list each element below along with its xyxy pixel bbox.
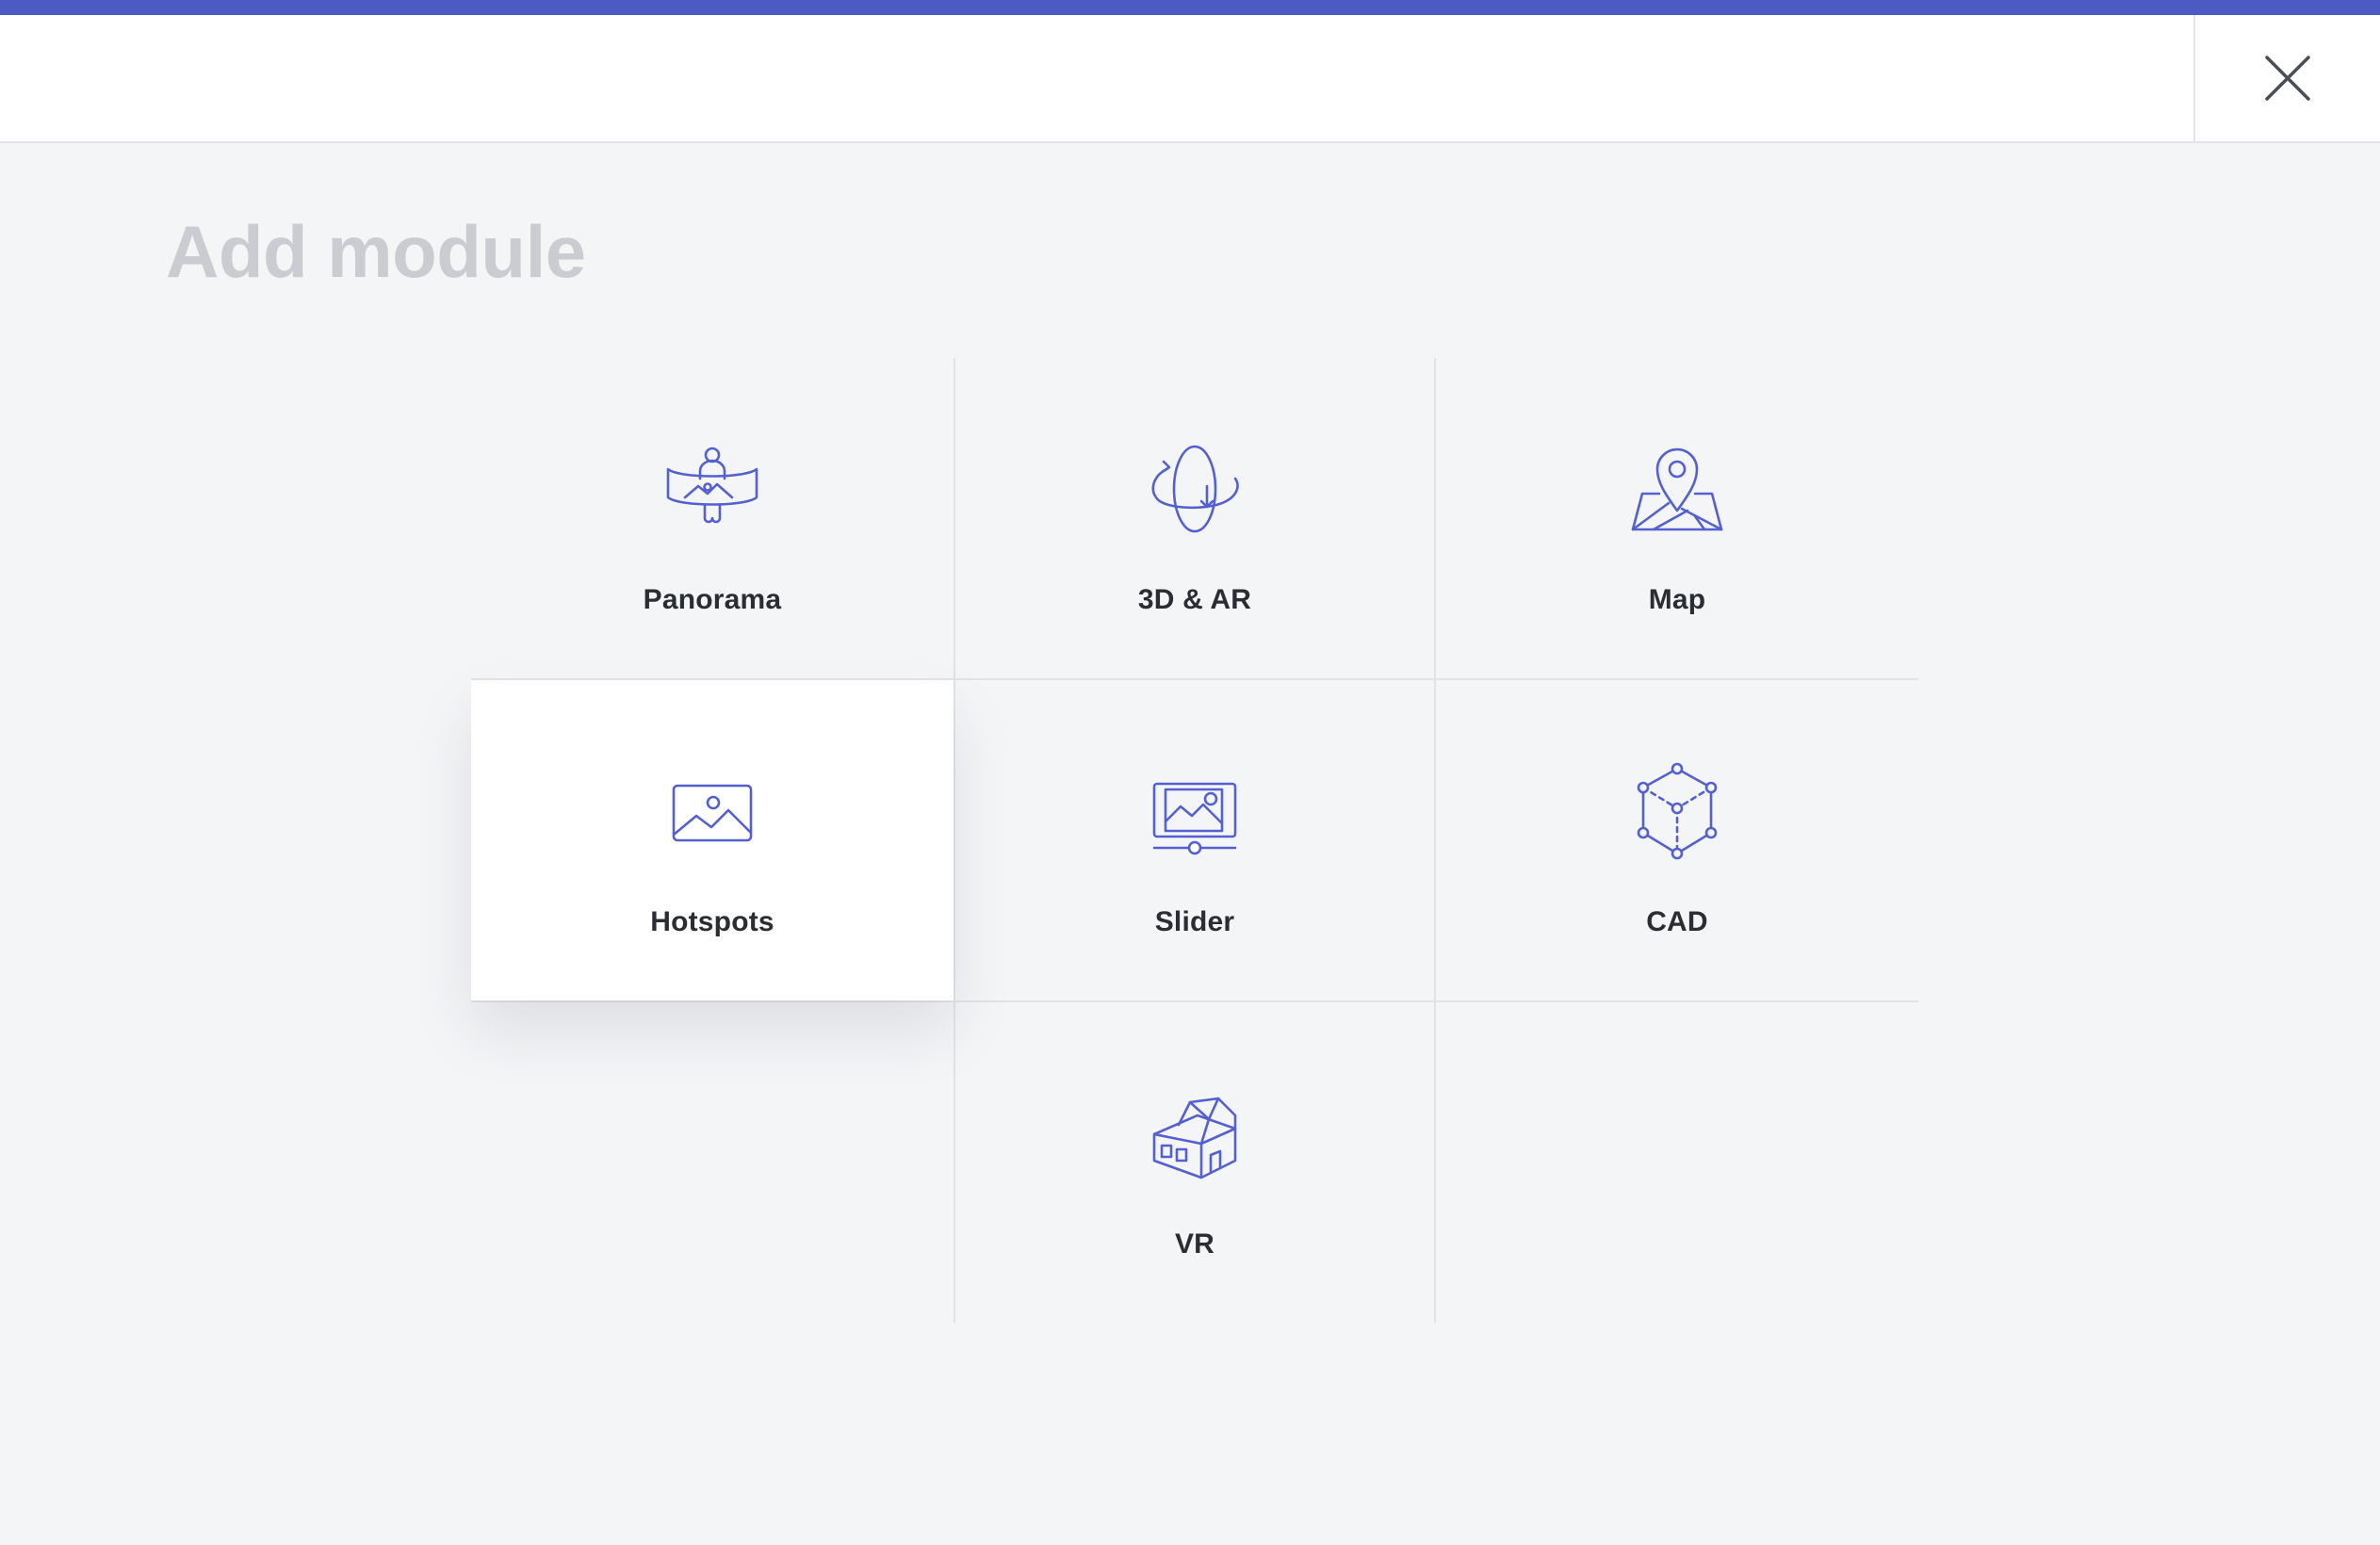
module-tile-cad[interactable]: CAD [1436,680,1918,1000]
module-tile-map[interactable]: Map [1436,358,1918,678]
close-button[interactable] [2193,15,2380,141]
module-label: 3D & AR [1137,584,1252,615]
module-tile-3d-ar[interactable]: 3D & AR [954,358,1436,678]
module-tile-panorama[interactable]: Panorama [471,358,954,678]
module-tile-slider[interactable]: Slider [954,680,1436,1000]
house-icon [1152,1097,1237,1179]
module-label: Hotspots [650,906,774,937]
modal-header [0,15,2380,143]
module-grid: Panorama 3D & AR Map Hotspots Slider CAD… [471,358,1918,1323]
module-tile-hotspots[interactable]: Hotspots [471,680,954,1000]
module-label: Slider [1154,906,1235,937]
module-label: CAD [1646,906,1708,937]
image-icon [672,784,753,842]
page-title: Add module [166,210,586,293]
top-accent-bar [0,0,2380,15]
module-label: Panorama [643,584,782,615]
slider-icon [1152,782,1237,855]
module-tile-vr[interactable]: VR [954,1002,1436,1323]
3d-ar-icon [1151,445,1239,533]
map-pin-icon [1631,447,1723,531]
cube-icon [1637,762,1718,860]
close-icon [2265,56,2310,101]
panorama-icon [666,447,758,524]
module-label: Map [1648,584,1706,615]
module-label: VR [1174,1228,1215,1260]
